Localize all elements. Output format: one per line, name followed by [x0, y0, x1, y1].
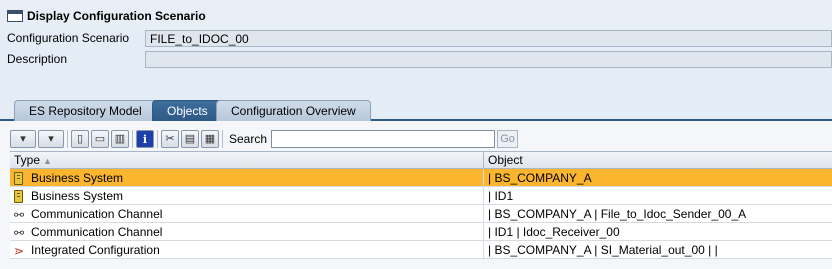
dropdown-menu-icon-2[interactable]: ▾ — [38, 130, 64, 148]
title-bar: Display Configuration Scenario — [0, 0, 832, 31]
toolbar: ▾ ▾ ▯ ▭ ▥ i ✂ ▤ ▦ Search Go — [10, 128, 832, 150]
object-cell: | BS_COMPANY_A | File_to_Idoc_Sender_00_… — [488, 207, 747, 221]
type-cell: Business System — [10, 187, 484, 204]
type-text: Communication Channel — [31, 225, 163, 239]
column-header-type[interactable]: Type ▲ — [10, 152, 484, 168]
objects-panel: ▾ ▾ ▯ ▭ ▥ i ✂ ▤ ▦ Search Go Type ▲ Object… — [0, 121, 832, 269]
search-input[interactable] — [271, 130, 496, 148]
business-system-icon — [14, 171, 23, 185]
table-row[interactable]: ⚯ Communication Channel | ID1 | Idoc_Recei… — [10, 223, 832, 241]
column-header-type-label: Type — [14, 153, 41, 167]
page-title: Display Configuration Scenario — [27, 8, 206, 23]
table-row[interactable]: ⚯ Communication Channel | BS_COMPANY_A | F… — [10, 205, 832, 223]
tab-configuration-overview[interactable]: Configuration Overview — [216, 100, 371, 121]
go-button[interactable]: Go — [497, 130, 519, 148]
toolbar-divider — [157, 130, 158, 148]
table-header: Type ▲ Object — [10, 151, 832, 169]
communication-channel-icon: ⚯ — [13, 226, 25, 240]
integrated-configuration-icon: ⋗ — [13, 244, 25, 258]
object-cell: | BS_COMPANY_A — [488, 171, 592, 185]
description-field[interactable] — [145, 50, 832, 68]
type-text: Business System — [31, 189, 124, 203]
cut-icon[interactable]: ✂ — [161, 130, 179, 148]
type-text: Communication Channel — [31, 207, 163, 221]
toolbar-divider — [132, 130, 133, 148]
type-cell: ⚯ Communication Channel — [10, 205, 484, 222]
paste-icon[interactable]: ▦ — [201, 130, 219, 148]
type-text: Integrated Configuration — [31, 243, 160, 257]
delete-icon[interactable]: ▥ — [111, 130, 129, 148]
description-label: Description — [7, 52, 68, 66]
tab-strip: ES Repository Model Objects Configuratio… — [0, 100, 832, 121]
open-folder-icon[interactable]: ▭ — [91, 130, 109, 148]
toolbar-divider — [222, 130, 223, 148]
info-icon[interactable]: i — [136, 130, 154, 148]
table-row[interactable]: Business System | ID1 — [10, 187, 832, 205]
scenario-row: Configuration Scenario FILE_to_IDOC_00 — [0, 28, 832, 48]
object-cell: | ID1 — [488, 189, 514, 203]
type-cell: Business System — [10, 169, 484, 186]
scenario-field[interactable]: FILE_to_IDOC_00 — [145, 29, 832, 47]
column-header-object[interactable]: Object — [484, 152, 832, 168]
object-cell: | BS_COMPANY_A | SI_Material_out_00 | | — [488, 243, 718, 257]
window-icon — [7, 9, 23, 22]
type-text: Business System — [31, 171, 124, 185]
table-row[interactable]: ⋗ Integrated Configuration | BS_COMPANY_A … — [10, 241, 832, 259]
sort-ascending-icon: ▲ — [43, 156, 52, 166]
scenario-label: Configuration Scenario — [7, 31, 130, 45]
object-cell: | ID1 | Idoc_Receiver_00 — [488, 225, 620, 239]
tab-es-repository-model[interactable]: ES Repository Model — [14, 100, 157, 121]
type-cell: ⚯ Communication Channel — [10, 223, 484, 240]
business-system-icon — [14, 189, 23, 203]
search-label: Search — [229, 132, 268, 146]
new-object-icon[interactable]: ▯ — [71, 130, 89, 148]
tab-objects[interactable]: Objects — [152, 100, 223, 121]
objects-table: Type ▲ Object Business System | BS_COMPANY… — [10, 151, 832, 259]
toolbar-divider — [67, 130, 68, 148]
dropdown-menu-icon[interactable]: ▾ — [10, 130, 36, 148]
description-row: Description — [0, 49, 832, 69]
communication-channel-icon: ⚯ — [13, 208, 25, 222]
table-row[interactable]: Business System | BS_COMPANY_A — [10, 169, 832, 187]
table-body: Business System | BS_COMPANY_A Business Sy… — [10, 169, 832, 259]
copy-icon[interactable]: ▤ — [181, 130, 199, 148]
type-cell: ⋗ Integrated Configuration — [10, 241, 484, 258]
